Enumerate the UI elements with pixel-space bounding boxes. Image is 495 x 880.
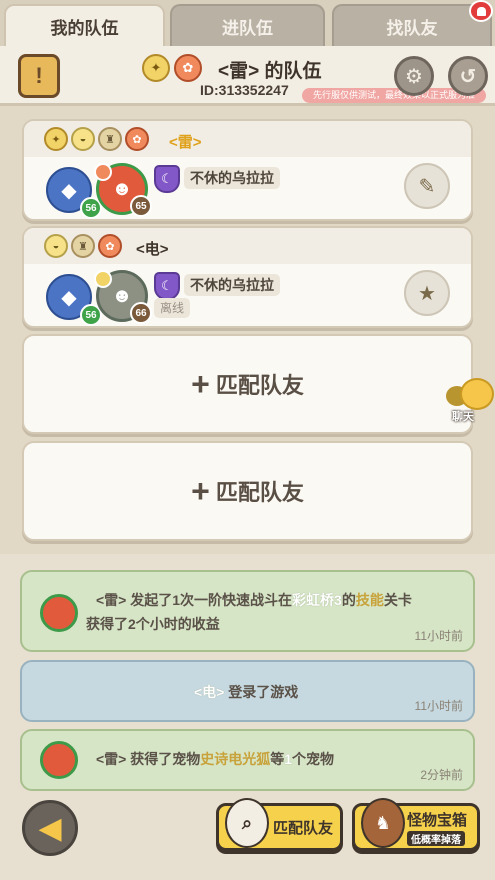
log-timestamp: 11小时前 [414, 629, 463, 643]
boar-icon: ♞ [361, 798, 405, 848]
guild-shield-icon: ☾ [154, 272, 180, 300]
player-avatar [40, 741, 78, 779]
fox-badge-icon: ✿ [98, 234, 122, 258]
leave-team-icon[interactable]: ↺ [448, 56, 488, 96]
log-text: ˂雷˃ 发起了1次一阶快速战斗在彩虹桥3的技能关卡 [96, 592, 412, 608]
log-text: ˂雷˃ 获得了宠物史诗电光狐等1个宠物 [96, 751, 335, 767]
notification-bell-icon[interactable] [469, 0, 493, 22]
fox-badge-icon: ✿ [125, 127, 149, 151]
back-arrow-icon[interactable]: ◀ [22, 800, 78, 856]
guild-shield-icon: ☾ [154, 165, 180, 193]
scroll-icon[interactable]: ! [18, 54, 60, 98]
tab-my-team[interactable]: 我的队伍 [4, 4, 165, 46]
log-timestamp: 2分钟前 [420, 768, 463, 782]
cup-badge-icon: ♜ [98, 127, 122, 151]
monster-chest-button[interactable]: ♞ 怪物宝箱 低概率掉落 [352, 798, 480, 851]
member-card: ✦ ◒ ♜ ✿ ˂雷˃ ◆ 56 ☻ 65 ☾ 不休的乌拉拉 ✎ [22, 119, 473, 221]
team-members-area: ✦ ◒ ♜ ✿ ˂雷˃ ◆ 56 ☻ 65 ☾ 不休的乌拉拉 ✎ ◒ ♜ ✿ ˂… [0, 106, 495, 554]
chat-label: 聊天 [452, 411, 474, 423]
member-badges: ◒ ♜ ✿ [44, 234, 122, 258]
duck-badge-icon: ◒ [44, 234, 68, 258]
team-badges: ✦ ✿ [142, 54, 202, 82]
log-text: ˂电˃ 登录了游戏 [194, 684, 299, 700]
log-entry: ˂雷˃ 获得了宠物史诗电光狐等1个宠物 2分钟前 [20, 729, 475, 791]
gear-icon[interactable]: ⚙ [394, 56, 434, 96]
monster-chest-sublabel: 低概率掉落 [407, 830, 465, 846]
fox-mini-badge-icon [94, 163, 112, 181]
log-timestamp: 11小时前 [414, 699, 463, 713]
chat-face-icon [460, 378, 494, 410]
chat-button[interactable]: 聊天 [446, 378, 494, 426]
member-name: ˂电˃ [136, 241, 169, 258]
member-name: ˂雷˃ [169, 134, 202, 151]
offline-status: 离线 [154, 298, 191, 318]
match-teammate-slot[interactable]: + 匹配队友 [22, 441, 473, 541]
player-avatar [40, 594, 78, 632]
log-text-line2: 获得了2个小时的收益 [86, 616, 220, 632]
member-card: ◒ ♜ ✿ ˂电˃ ◆ 56 ☻ 66 ☾ 不休的乌拉拉 离线 ★ [22, 226, 473, 328]
map-scroll-icon[interactable]: ✎ [404, 163, 450, 209]
log-entry: ˂雷˃ 发起了1次一阶快速战斗在彩虹桥3的技能关卡 获得了2个小时的收益 11小… [20, 570, 475, 652]
match-teammates-label: 匹配队友 [273, 819, 334, 837]
team-id: ID:313352247 [200, 82, 289, 98]
member-card-header: ◒ ♜ ✿ ˂电˃ [24, 228, 471, 264]
plus-icon: + [191, 366, 210, 402]
log-entry: ˂电˃ 登录了游戏 11小时前 [20, 660, 475, 722]
hero-level-badge: 65 [130, 195, 152, 217]
crest-badge-icon: ✦ [142, 54, 170, 82]
member-badges: ✦ ◒ ♜ ✿ [44, 127, 149, 151]
cup-badge-icon: ♜ [71, 234, 95, 258]
tab-join-team[interactable]: 进队伍 [170, 4, 325, 46]
tab-find-teammates[interactable]: 找队友 [332, 4, 492, 46]
tab-bar: 我的队伍 进队伍 找队友 [0, 0, 495, 46]
magnifier-icon: ⌕ [225, 798, 269, 848]
team-title: ˂雷˃ 的队伍 [218, 61, 322, 82]
crest-badge-icon: ✦ [44, 127, 68, 151]
guild-name: 不休的乌拉拉 [184, 274, 280, 296]
plus-icon: + [191, 473, 210, 509]
match-teammates-button[interactable]: ⌕ 匹配队友 [216, 798, 343, 851]
match-slot-label: 匹配队友 [215, 480, 304, 505]
guild-name: 不休的乌拉拉 [184, 167, 280, 189]
duck-badge-icon: ◒ [71, 127, 95, 151]
team-header: ! ✦ ✿ ˂雷˃ 的队伍 ID:313352247 先行服仅供测试，最终效果以… [0, 46, 495, 106]
monster-chest-label: 怪物宝箱 [407, 811, 468, 829]
star-mini-badge-icon [94, 270, 112, 288]
swap-star-icon[interactable]: ★ [404, 270, 450, 316]
fox-badge-icon: ✿ [174, 54, 202, 82]
member-card-header: ✦ ◒ ♜ ✿ ˂雷˃ [24, 121, 471, 157]
hero-level-badge: 66 [130, 302, 152, 324]
match-slot-label: 匹配队友 [215, 373, 304, 398]
match-teammate-slot[interactable]: + 匹配队友 [22, 334, 473, 434]
